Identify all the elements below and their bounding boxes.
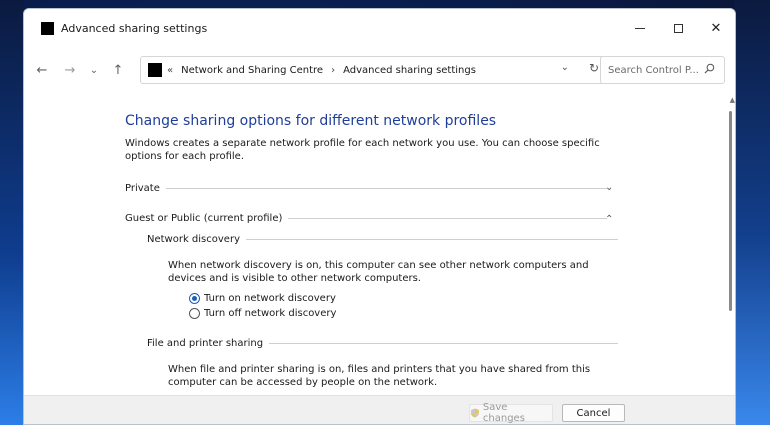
radio-label[interactable]: Turn off network discovery bbox=[204, 308, 336, 319]
search-box[interactable] bbox=[600, 56, 725, 84]
app-icon bbox=[41, 21, 54, 35]
breadcrumb-overflow[interactable]: « bbox=[167, 65, 173, 76]
desktop-wallpaper-right bbox=[734, 0, 770, 425]
cancel-label: Cancel bbox=[576, 407, 611, 419]
divider bbox=[245, 239, 618, 240]
profile-guest-public-label: Guest or Public (current profile) bbox=[125, 213, 289, 224]
radio-turn-off-network-discovery[interactable]: Turn off network discovery bbox=[189, 308, 336, 319]
save-changes-button[interactable]: Save changes bbox=[469, 402, 553, 424]
back-arrow-icon: ← bbox=[36, 62, 48, 78]
page-title: Change sharing options for different net… bbox=[125, 113, 497, 129]
control-panel-icon bbox=[148, 63, 162, 77]
divider bbox=[269, 343, 618, 344]
window-controls: ✕ bbox=[621, 9, 735, 47]
address-bar[interactable]: « Network and Sharing Centre › Advanced … bbox=[140, 56, 610, 84]
cancel-button[interactable]: Cancel bbox=[562, 404, 625, 422]
network-discovery-description: When network discovery is on, this compu… bbox=[168, 260, 589, 284]
divider bbox=[288, 218, 607, 219]
page-description: Windows creates a separate network profi… bbox=[125, 138, 600, 162]
settings-content: ▲ Change sharing options for different n… bbox=[24, 93, 735, 395]
title-bar: Advanced sharing settings ✕ bbox=[24, 9, 735, 47]
address-dropdown-icon[interactable]: ⌄ bbox=[561, 62, 569, 73]
window-title: Advanced sharing settings bbox=[61, 21, 208, 35]
file-printer-sharing-section: File and printer sharing bbox=[147, 338, 618, 349]
refresh-icon[interactable]: ↻ bbox=[589, 61, 599, 75]
dialog-footer: Save changes Cancel bbox=[24, 395, 735, 424]
up-button[interactable]: ↑ bbox=[104, 63, 132, 78]
profile-private-label: Private bbox=[125, 183, 166, 194]
minimize-icon bbox=[635, 27, 645, 29]
navigation-bar: ← → ⌄ ↑ « Network and Sharing Centre › A… bbox=[24, 47, 735, 93]
close-icon: ✕ bbox=[710, 20, 722, 36]
breadcrumb-separator: › bbox=[331, 64, 336, 76]
uac-shield-icon bbox=[470, 408, 479, 418]
radio-selected-icon[interactable] bbox=[189, 293, 200, 304]
recent-locations-button[interactable]: ⌄ bbox=[84, 65, 104, 76]
minimize-button[interactable] bbox=[621, 9, 659, 47]
file-printer-sharing-description: When file and printer sharing is on, fil… bbox=[168, 364, 591, 388]
chevron-down-icon[interactable]: ⌄ bbox=[605, 182, 613, 193]
maximize-button[interactable] bbox=[659, 9, 697, 47]
network-discovery-label: Network discovery bbox=[147, 234, 246, 245]
chevron-down-icon: ⌄ bbox=[89, 64, 99, 76]
radio-label[interactable]: Turn on network discovery bbox=[204, 293, 336, 304]
close-button[interactable]: ✕ bbox=[697, 9, 735, 47]
profile-guest-public[interactable]: Guest or Public (current profile) bbox=[125, 213, 607, 224]
scroll-up-icon[interactable]: ▲ bbox=[730, 96, 735, 104]
search-input[interactable] bbox=[608, 64, 700, 76]
file-printer-sharing-label: File and printer sharing bbox=[147, 338, 270, 349]
back-button[interactable]: ← bbox=[28, 63, 56, 78]
maximize-icon bbox=[673, 23, 683, 33]
forward-arrow-icon: → bbox=[64, 62, 76, 78]
vertical-scrollbar[interactable] bbox=[729, 111, 732, 311]
forward-button[interactable]: → bbox=[56, 63, 84, 78]
radio-unselected-icon[interactable] bbox=[189, 308, 200, 319]
divider bbox=[165, 188, 607, 189]
breadcrumb-network-and-sharing-centre[interactable]: Network and Sharing Centre bbox=[181, 65, 323, 76]
up-arrow-icon: ↑ bbox=[112, 62, 124, 78]
desktop-wallpaper-left bbox=[0, 0, 24, 425]
network-discovery-section: Network discovery bbox=[147, 234, 618, 245]
breadcrumb-advanced-sharing-settings[interactable]: Advanced sharing settings bbox=[343, 65, 476, 76]
profile-private[interactable]: Private bbox=[125, 183, 607, 194]
chevron-up-icon[interactable]: ⌃ bbox=[605, 214, 613, 225]
radio-turn-on-network-discovery[interactable]: Turn on network discovery bbox=[189, 293, 336, 304]
advanced-sharing-window: Advanced sharing settings ✕ ← → ⌄ ↑ « Ne… bbox=[23, 8, 736, 425]
save-changes-label: Save changes bbox=[482, 402, 525, 424]
search-icon[interactable] bbox=[704, 63, 715, 74]
